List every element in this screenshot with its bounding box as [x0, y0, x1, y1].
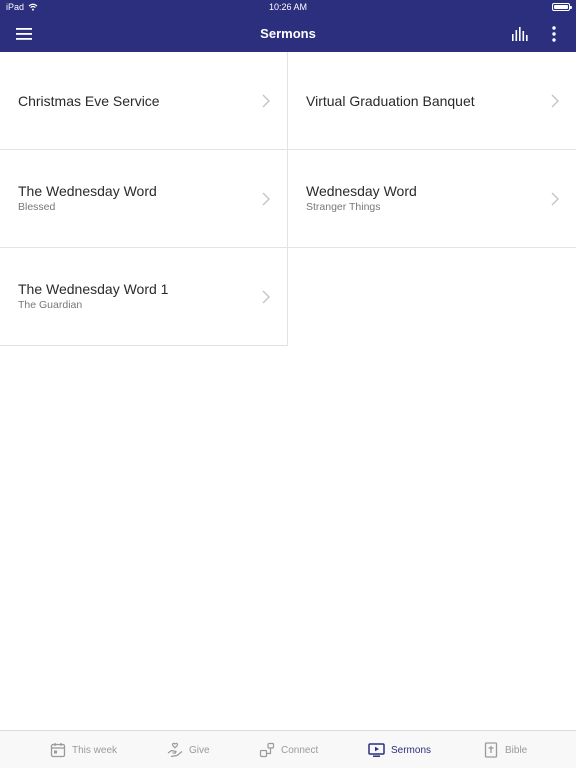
tab-this-week[interactable]: This week: [50, 731, 117, 768]
tab-label: Connect: [281, 744, 319, 756]
sermon-title: Wednesday Word: [306, 183, 417, 199]
chevron-right-icon: [262, 290, 270, 304]
giving-hand-icon: [167, 742, 183, 758]
app-header: iPad 10:26 AM Sermons: [0, 0, 576, 52]
sermon-card[interactable]: Wednesday Word Stranger Things: [288, 150, 576, 248]
tab-label: Bible: [505, 744, 528, 756]
tab-give[interactable]: Give: [167, 731, 210, 768]
sermon-card[interactable]: The Wednesday Word 1 The Guardian: [0, 248, 288, 346]
sermon-title: Virtual Graduation Banquet: [306, 93, 475, 109]
chevron-right-icon: [551, 94, 559, 108]
sermon-card[interactable]: The Wednesday Word Blessed: [0, 150, 288, 248]
sermon-title: The Wednesday Word: [18, 183, 157, 199]
sermon-title: The Wednesday Word 1: [18, 281, 169, 297]
more-options-button[interactable]: [546, 24, 562, 44]
chevron-right-icon: [262, 192, 270, 206]
sermon-subtitle: Blessed: [18, 201, 56, 213]
sermon-subtitle: Stranger Things: [306, 201, 381, 213]
navigation-bar: Sermons: [0, 16, 576, 52]
chevron-right-icon: [262, 94, 270, 108]
tab-bible[interactable]: Bible: [483, 731, 527, 768]
tab-label: Sermons: [391, 744, 432, 756]
audio-bars-icon: [512, 27, 528, 41]
sermon-card[interactable]: Virtual Graduation Banquet: [288, 52, 576, 150]
page-title: Sermons: [260, 26, 316, 41]
bible-icon: [484, 742, 498, 758]
sermon-card[interactable]: Christmas Eve Service: [0, 52, 288, 150]
tab-sermons[interactable]: Sermons: [368, 731, 431, 768]
status-bar: iPad 10:26 AM: [0, 0, 576, 16]
battery-icon: [552, 3, 572, 11]
sermon-subtitle: The Guardian: [18, 299, 83, 311]
calendar-icon: [50, 743, 66, 758]
tab-label: Give: [189, 744, 210, 756]
tab-connect[interactable]: Connect: [259, 731, 318, 768]
audio-button[interactable]: [508, 24, 532, 44]
status-time: 10:26 AM: [268, 2, 308, 12]
tab-label: This week: [72, 744, 118, 756]
chevron-right-icon: [551, 192, 559, 206]
play-screen-icon: [368, 743, 385, 757]
tab-bar: This week Give Connect Sermons Bible: [0, 730, 576, 768]
more-vertical-icon: [552, 26, 556, 42]
sermon-title: Christmas Eve Service: [18, 93, 160, 109]
connect-icon: [259, 742, 275, 758]
